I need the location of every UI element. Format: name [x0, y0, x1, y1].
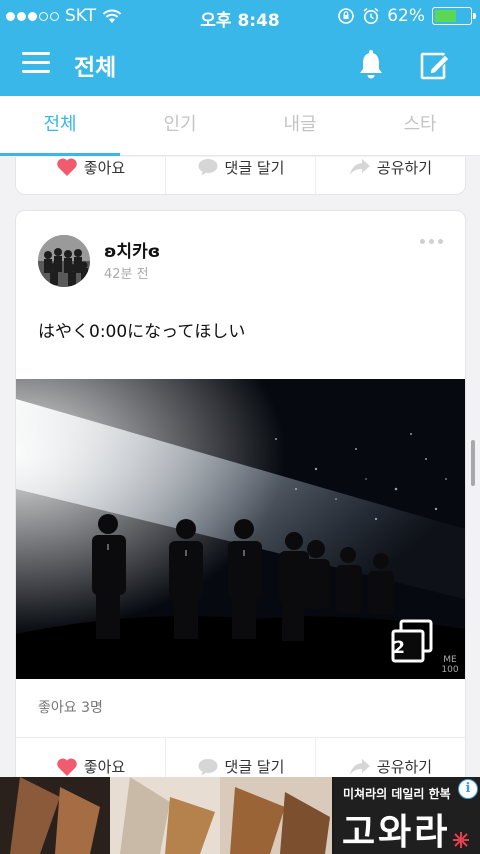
- post-timestamp: 42분 전: [104, 267, 149, 282]
- comment-label: 댓글 달기: [224, 758, 285, 776]
- photo-watermark: ME 100: [441, 655, 459, 675]
- comment-button[interactable]: 댓글 달기: [166, 738, 316, 777]
- post-card: ʚ치카ɞ 42분 전 はやく0:00になってほしい 2 ME 100 좋아요 3…: [15, 210, 466, 777]
- share-arrow-icon: [349, 159, 370, 175]
- tab-all[interactable]: 전체: [0, 96, 120, 156]
- app-header: 전체: [0, 34, 480, 96]
- feed[interactable]: 좋아요 댓글 달기 공유하기 ʚ치카ɞ 42분 전 はやく0:00になってほしい…: [0, 157, 480, 777]
- ad-image: [0, 777, 334, 854]
- carrier-name: SKT: [65, 6, 97, 26]
- scroll-indicator[interactable]: [471, 440, 475, 486]
- battery-level: [435, 10, 457, 22]
- comment-button[interactable]: 댓글 달기: [166, 157, 316, 196]
- post-actions: 좋아요 댓글 달기 공유하기: [16, 157, 465, 196]
- post-username[interactable]: ʚ치카ɞ: [104, 237, 160, 262]
- comment-icon: [198, 758, 218, 775]
- share-arrow-icon: [349, 758, 370, 775]
- menu-button[interactable]: [22, 52, 50, 76]
- tab-bar: 전체 인기 내글 스타: [0, 96, 480, 156]
- status-bar: SKT 오후 8:48 62%: [0, 0, 480, 34]
- ad-banner[interactable]: 미쳐라의 데일리 한복 고와라 i: [0, 777, 480, 854]
- like-button[interactable]: 좋아요: [16, 157, 166, 196]
- share-label: 공유하기: [376, 158, 433, 177]
- share-button[interactable]: 공유하기: [316, 738, 465, 777]
- ad-title: 고와라: [342, 812, 451, 853]
- tab-star[interactable]: 스타: [360, 96, 480, 155]
- heart-icon: [57, 158, 77, 176]
- share-button[interactable]: 공유하기: [316, 157, 465, 196]
- ad-flower-icon: [453, 832, 469, 848]
- post-card-previous: 좋아요 댓글 달기 공유하기: [15, 157, 466, 196]
- ad-info-icon[interactable]: i: [458, 779, 478, 799]
- share-label: 공유하기: [376, 758, 433, 776]
- post-text: はやく0:00になってほしい: [38, 322, 246, 342]
- post-actions: 좋아요 댓글 달기 공유하기: [16, 737, 465, 777]
- battery-icon: [432, 7, 476, 25]
- like-button[interactable]: 좋아요: [16, 738, 166, 777]
- battery-percent: 62%: [387, 6, 425, 26]
- avatar[interactable]: [38, 235, 90, 287]
- comment-label: 댓글 달기: [224, 158, 285, 177]
- like-label: 좋아요: [83, 158, 126, 177]
- rotation-lock-icon: [338, 8, 355, 24]
- status-right: 62%: [337, 6, 476, 26]
- tab-popular[interactable]: 인기: [120, 96, 240, 155]
- post-photo[interactable]: 2 ME 100: [16, 379, 465, 679]
- page-title: 전체: [74, 55, 117, 81]
- comment-icon: [198, 159, 218, 176]
- compose-icon[interactable]: [418, 48, 452, 82]
- like-label: 좋아요: [83, 758, 126, 776]
- status-left: SKT: [6, 6, 122, 26]
- signal-strength-icon: [6, 11, 59, 21]
- more-options-icon[interactable]: [420, 239, 443, 244]
- wifi-icon: [102, 9, 122, 23]
- notification-bell-icon[interactable]: [356, 48, 386, 82]
- heart-icon: [57, 757, 77, 776]
- like-count[interactable]: 좋아요 3명: [38, 697, 103, 717]
- tab-my-posts[interactable]: 내글: [240, 96, 360, 155]
- photo-count: 2: [393, 638, 405, 658]
- ad-subtitle: 미쳐라의 데일리 한복: [343, 787, 451, 801]
- alarm-icon: [363, 7, 379, 24]
